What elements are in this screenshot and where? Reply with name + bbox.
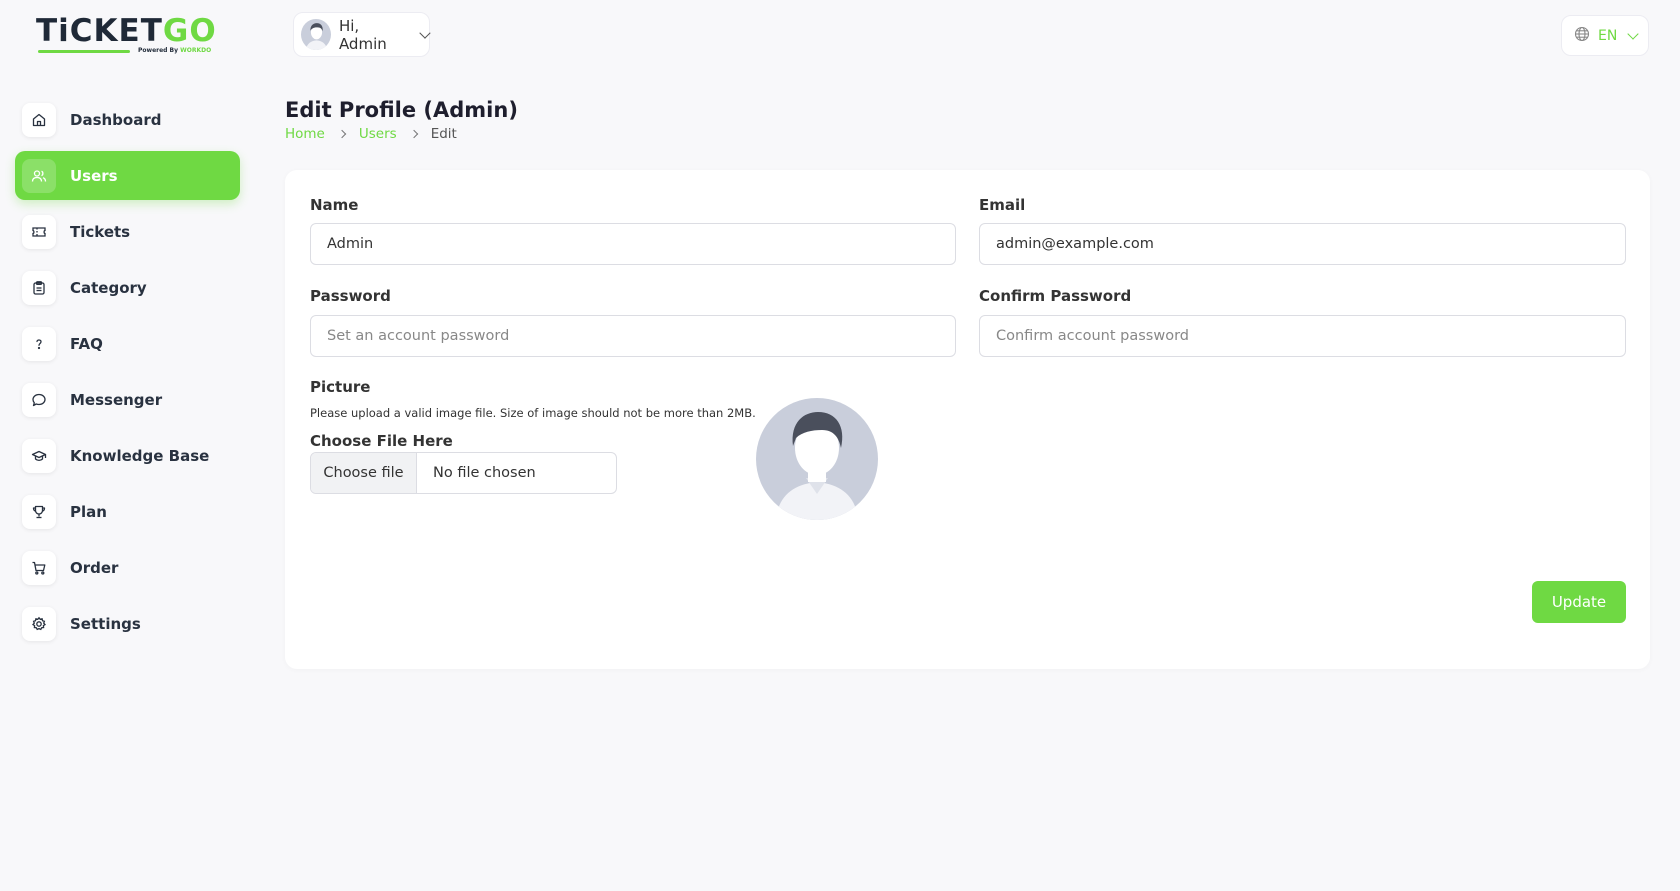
brand-logo[interactable]: TiCKETGO Powered By WORKDO	[36, 14, 220, 58]
email-label: Email	[979, 196, 1026, 214]
clipboard-icon	[22, 270, 56, 305]
name-label: Name	[310, 196, 359, 214]
globe-icon	[1574, 26, 1590, 46]
sidebar-item-users[interactable]: Users	[15, 151, 240, 200]
sidebar-item-plan[interactable]: Plan	[15, 487, 240, 536]
chevron-right-icon	[337, 129, 347, 139]
gear-icon	[22, 606, 56, 641]
sidebar: Dashboard Users Tickets Category FAQ Mes…	[15, 95, 240, 655]
user-greeting: Hi, Admin	[338, 16, 387, 53]
sidebar-item-knowledge-base[interactable]: Knowledge Base	[15, 431, 240, 480]
choose-file-label: Choose File Here	[310, 432, 453, 450]
picture-label: Picture	[310, 378, 371, 396]
file-status: No file chosen	[433, 465, 536, 481]
logo-wordmark: TiCKETGO	[36, 13, 217, 49]
trophy-icon	[22, 494, 56, 529]
sidebar-item-label: Tickets	[70, 222, 131, 241]
sidebar-item-label: Plan	[70, 502, 107, 521]
question-icon	[22, 326, 56, 361]
password-label: Password	[310, 287, 391, 305]
sidebar-item-label: Order	[70, 558, 119, 577]
confirm-password-field[interactable]	[979, 315, 1626, 357]
sidebar-item-settings[interactable]: Settings	[15, 599, 240, 648]
chat-icon	[22, 382, 56, 417]
edit-profile-card: Name Email Password Confirm Password Pic…	[285, 170, 1650, 669]
sidebar-item-dashboard[interactable]: Dashboard	[15, 95, 240, 144]
password-field[interactable]	[310, 315, 956, 357]
sidebar-item-label: Knowledge Base	[70, 446, 210, 465]
language-selector[interactable]: EN	[1561, 15, 1649, 56]
profile-picture-preview	[756, 398, 878, 520]
file-input[interactable]: Choose file No file chosen	[310, 452, 617, 494]
picture-hint: Please upload a valid image file. Size o…	[310, 406, 756, 420]
sidebar-item-messenger[interactable]: Messenger	[15, 375, 240, 424]
language-label: EN	[1598, 27, 1618, 44]
home-icon	[22, 102, 56, 137]
sidebar-item-category[interactable]: Category	[15, 263, 240, 312]
sidebar-item-label: Users	[70, 166, 118, 185]
choose-file-button[interactable]: Choose file	[311, 453, 417, 493]
logo-underline	[38, 50, 130, 53]
school-icon	[22, 438, 56, 473]
logo-powered-by: Powered By WORKDO	[138, 47, 212, 54]
sidebar-item-order[interactable]: Order	[15, 543, 240, 592]
email-field[interactable]	[979, 223, 1626, 265]
sidebar-item-label: FAQ	[70, 334, 103, 353]
sidebar-item-label: Messenger	[70, 390, 163, 409]
users-icon	[22, 158, 56, 193]
update-button[interactable]: Update	[1532, 581, 1626, 623]
sidebar-item-label: Settings	[70, 614, 141, 633]
avatar	[301, 19, 331, 50]
chevron-down-icon	[1627, 27, 1639, 40]
chevron-right-icon	[409, 129, 418, 139]
breadcrumb: Home Users Edit	[285, 126, 457, 142]
ticket-icon	[22, 214, 56, 249]
page-title: Edit Profile (Admin)	[285, 98, 518, 122]
sidebar-item-faq[interactable]: FAQ	[15, 319, 240, 368]
sidebar-item-label: Category	[70, 278, 147, 297]
breadcrumb-users[interactable]: Users	[359, 126, 397, 142]
sidebar-item-tickets[interactable]: Tickets	[15, 207, 240, 256]
cart-icon	[22, 550, 56, 585]
name-field[interactable]	[310, 223, 956, 265]
confirm-password-label: Confirm Password	[979, 287, 1132, 305]
sidebar-item-label: Dashboard	[70, 110, 162, 129]
chevron-down-icon	[419, 26, 431, 39]
user-menu-button[interactable]: Hi, Admin	[293, 12, 431, 57]
breadcrumb-current: Edit	[430, 126, 457, 142]
breadcrumb-home[interactable]: Home	[285, 126, 325, 142]
